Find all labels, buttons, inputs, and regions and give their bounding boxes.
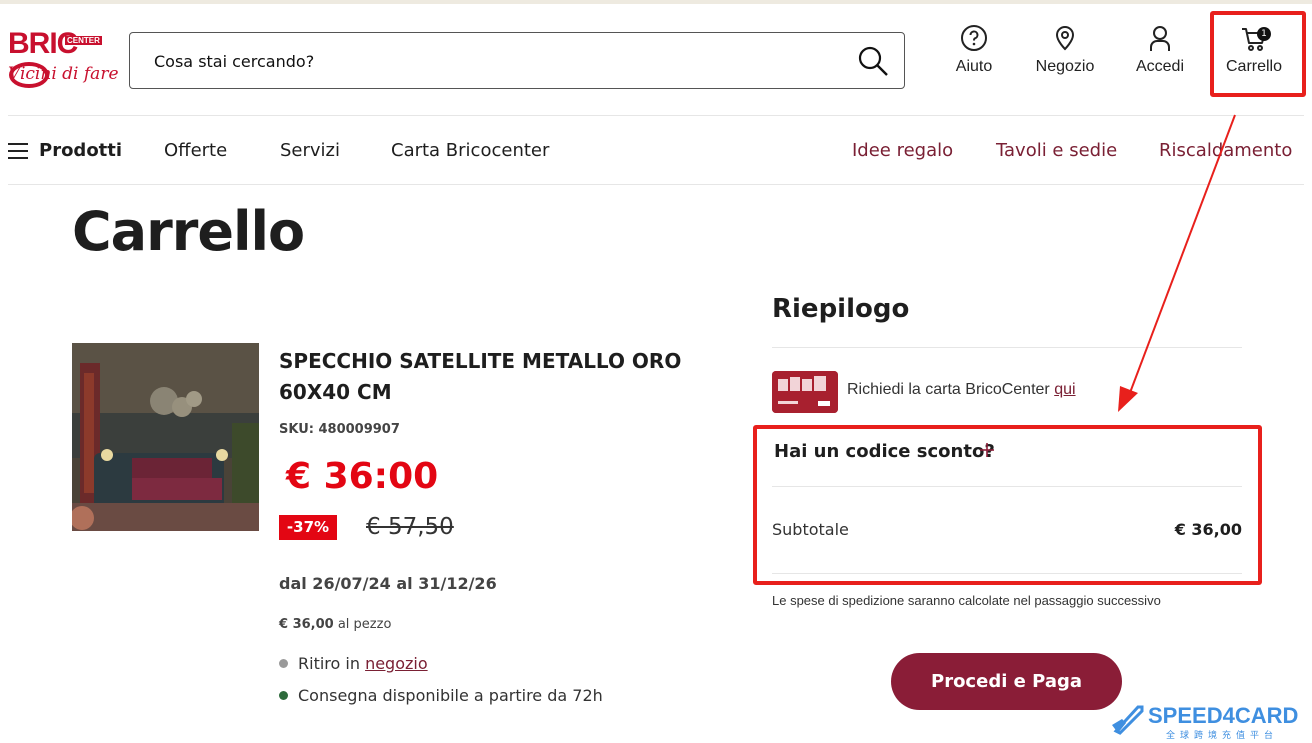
user-icon bbox=[1150, 26, 1170, 51]
watermark-subtext: 全球跨境充值平台 bbox=[1166, 731, 1279, 741]
store-link[interactable]: Negozio bbox=[1020, 24, 1110, 76]
search-icon[interactable] bbox=[857, 45, 889, 77]
rocket-icon bbox=[1112, 705, 1144, 735]
nav-carta-bricocenter[interactable]: Carta Bricocenter bbox=[391, 140, 549, 161]
menu-icon[interactable] bbox=[8, 143, 28, 159]
pickup-availability: Ritiro in negozio bbox=[279, 654, 428, 673]
bricocenter-card-image bbox=[772, 371, 838, 413]
location-pin-icon bbox=[1055, 25, 1075, 51]
delivery-availability: Consegna disponibile a partire da 72h bbox=[279, 686, 603, 705]
speed4card-watermark: SPEED4CARD 全球跨境充值平台 bbox=[1106, 701, 1310, 741]
store-label: Negozio bbox=[1035, 58, 1095, 75]
card-request-link[interactable]: qui bbox=[1054, 381, 1075, 398]
discount-badge: -37% bbox=[279, 515, 337, 540]
unit-price: € 36,00 al pezzo bbox=[279, 617, 392, 632]
nav-servizi[interactable]: Servizi bbox=[280, 140, 340, 161]
nav-offerte[interactable]: Offerte bbox=[164, 140, 227, 161]
promo-dates: dal 26/07/24 al 31/12/26 bbox=[279, 574, 497, 593]
login-link[interactable]: Accedi bbox=[1115, 24, 1205, 76]
search-input[interactable] bbox=[154, 47, 834, 75]
summary-title: Riepilogo bbox=[772, 294, 910, 324]
annotation-box-summary bbox=[753, 425, 1262, 585]
product-price: € 36:00 bbox=[286, 456, 439, 497]
shipping-note: Le spese di spedizione saranno calcolate… bbox=[772, 593, 1161, 608]
nav-idee-regalo[interactable]: Idee regalo bbox=[852, 140, 953, 161]
nav-tavoli-sedie[interactable]: Tavoli e sedie bbox=[996, 140, 1117, 161]
old-price: € 57,50 bbox=[366, 514, 454, 540]
logo-tagline: Vicini di fare bbox=[8, 64, 119, 84]
nav-prodotti[interactable]: Prodotti bbox=[39, 140, 122, 161]
checkout-button[interactable]: Procedi e Paga bbox=[891, 653, 1122, 710]
help-link[interactable]: Aiuto bbox=[929, 24, 1019, 76]
logo-center-label: CENTER bbox=[65, 36, 102, 45]
search-box bbox=[129, 32, 905, 89]
top-strip bbox=[0, 0, 1312, 4]
annotation-box-cart bbox=[1210, 11, 1306, 97]
card-request: Richiedi la carta BricoCenter qui bbox=[847, 381, 1076, 398]
product-image[interactable] bbox=[72, 343, 259, 531]
product-sku: SKU: 480009907 bbox=[279, 422, 400, 437]
watermark-text: SPEED4CARD bbox=[1148, 703, 1299, 728]
product-name[interactable]: SPECCHIO SATELLITE METALLO ORO 60X40 CM bbox=[279, 346, 709, 408]
annotation-arrow-icon bbox=[1118, 114, 1236, 412]
status-dot bbox=[279, 691, 288, 700]
help-label: Aiuto bbox=[955, 58, 993, 75]
status-dot bbox=[279, 659, 288, 668]
help-icon bbox=[961, 25, 987, 51]
login-label: Accedi bbox=[1135, 58, 1185, 75]
store-link-inline[interactable]: negozio bbox=[365, 654, 428, 673]
page-title: Carrello bbox=[72, 200, 305, 263]
bricocenter-logo[interactable]: BRIC CENTER Vicini di fare bbox=[8, 28, 119, 94]
